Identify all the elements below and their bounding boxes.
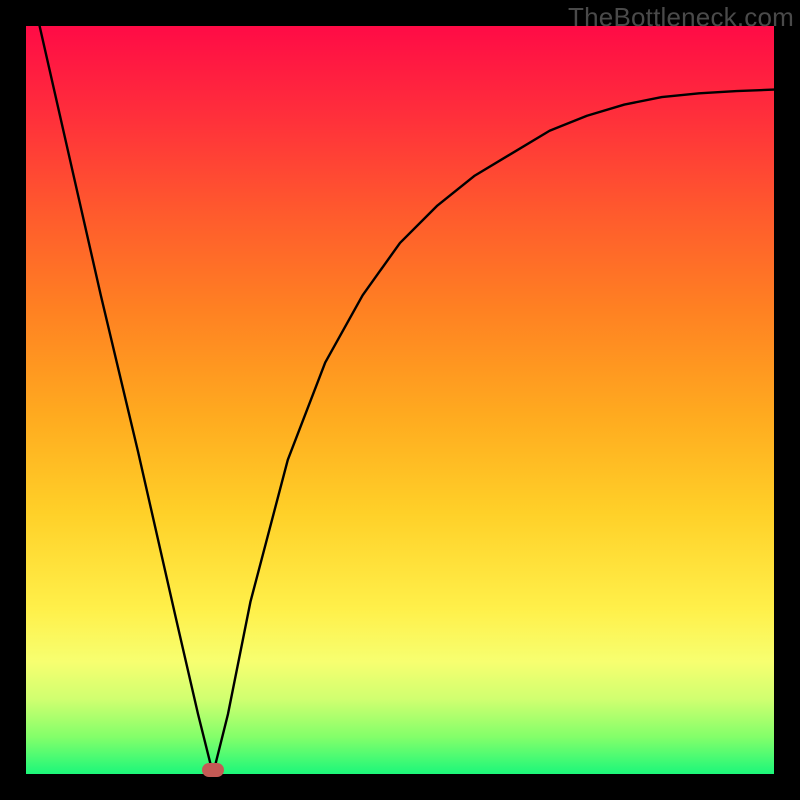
- chart-plot-area: [26, 26, 774, 774]
- chart-frame: TheBottleneck.com: [0, 0, 800, 800]
- chart-min-marker: [202, 763, 224, 777]
- watermark-text: TheBottleneck.com: [568, 2, 794, 33]
- chart-curve-svg: [26, 26, 774, 774]
